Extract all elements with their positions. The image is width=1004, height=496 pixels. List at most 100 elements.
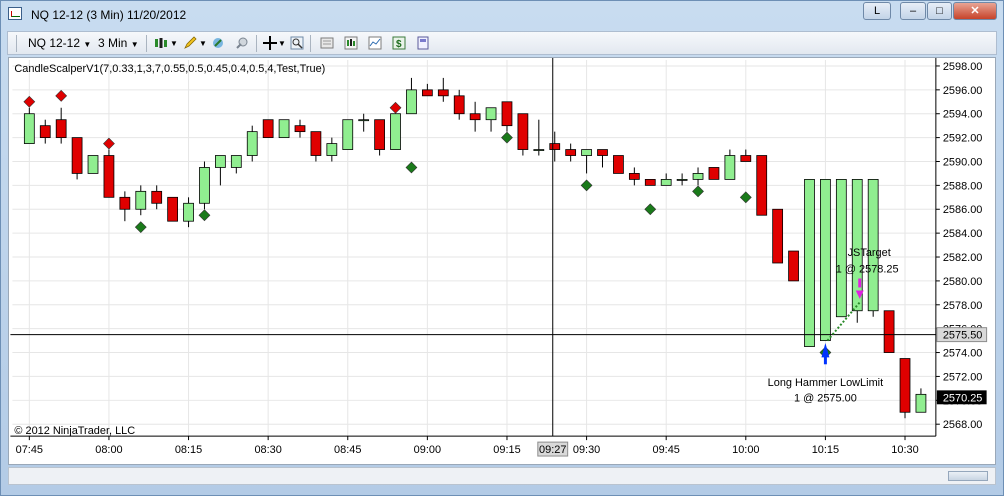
svg-text:$: $ [396, 39, 402, 50]
last-price-label: 2570.25 [943, 392, 983, 404]
sell-signal-marker [55, 89, 68, 102]
y-tick-label: 2572.00 [943, 371, 983, 383]
colors-icon[interactable] [416, 36, 430, 50]
title-bar[interactable]: NQ 12-12 (3 Min) 11/20/2012 L – □ ✕ [1, 1, 1003, 29]
chevron-down-icon[interactable]: ▼ [170, 39, 178, 48]
candle-body [899, 358, 911, 413]
target-fill-label: 1 @ 2578.25 [836, 264, 899, 276]
maximize-button[interactable]: □ [927, 2, 952, 20]
sell-signal-marker [23, 95, 36, 108]
y-tick-label: 2594.00 [943, 109, 983, 121]
window-title: NQ 12-12 (3 Min) 11/20/2012 [31, 8, 187, 22]
candle-body [199, 167, 210, 204]
candle-body [644, 179, 656, 186]
buy-signal-marker [644, 203, 657, 216]
candle-body [788, 250, 799, 282]
buy-signal-marker [739, 191, 752, 204]
target-order-label: JSTarget [848, 247, 891, 259]
candle-style-icon[interactable] [154, 36, 168, 50]
toolbar-separator [310, 35, 311, 52]
toolbar-separator [146, 35, 147, 52]
candle-body [151, 190, 163, 204]
candle-body [230, 155, 242, 168]
candle-body [390, 113, 401, 150]
strategies-icon[interactable]: $ [392, 36, 406, 50]
y-tick-label: 2580.00 [943, 276, 983, 288]
close-button[interactable]: ✕ [953, 2, 997, 20]
candle-body [23, 113, 35, 144]
entry-fill-label: 1 @ 2575.00 [794, 393, 857, 405]
candle-body [246, 131, 258, 156]
candle-body [55, 119, 67, 139]
y-tick-label: 2578.00 [943, 300, 983, 312]
link-button[interactable]: L [863, 2, 891, 20]
toolbar-separator [256, 35, 257, 52]
x-tick-label: 08:15 [175, 444, 202, 456]
candle-body [581, 149, 592, 156]
chart-toolbar: NQ 12-12 ▼ 3 Min ▼ ▼ ▼ ▼ $ [7, 31, 997, 55]
candle-body [310, 131, 322, 156]
buy-signal-marker [580, 179, 593, 192]
indicators-icon[interactable] [368, 36, 382, 50]
candle-body [835, 179, 847, 318]
candle-body [628, 173, 640, 180]
candle-body [676, 179, 688, 181]
x-tick-label: 09:30 [573, 444, 600, 456]
properties-icon[interactable] [235, 36, 249, 50]
horizontal-scrollbar[interactable] [8, 467, 996, 485]
indicator-label: CandleScalperV1(7,0.33,1,3,7,0.55,0.5,0.… [14, 63, 325, 75]
candle-body [501, 101, 513, 127]
candle-body [915, 393, 927, 413]
chevron-down-icon: ▼ [130, 40, 139, 49]
y-tick-label: 2592.00 [943, 133, 983, 145]
candle-body [724, 155, 736, 180]
exit-arrow-shaft [858, 278, 862, 288]
buy-signal-marker [198, 209, 211, 222]
price-chart[interactable]: 2598.00 2596.00 2594.00 2592.00 2590.00 2588.… [8, 57, 996, 465]
instrument-selector[interactable]: NQ 12-12 ▼ [28, 36, 91, 50]
candle-body [692, 173, 704, 180]
chevron-down-icon[interactable]: ▼ [278, 39, 286, 48]
candle-body [87, 155, 99, 174]
crosshair-icon[interactable] [263, 36, 277, 50]
candle-body [565, 149, 577, 156]
toolbar-grip [16, 35, 17, 52]
candle-body [772, 208, 784, 264]
scrollbar-thumb[interactable] [948, 471, 988, 481]
candle-body [103, 155, 115, 198]
y-tick-label: 2596.00 [943, 85, 983, 97]
chevron-down-icon[interactable]: ▼ [199, 39, 207, 48]
y-tick-label: 2568.00 [943, 419, 983, 431]
y-tick-label: 2574.00 [943, 348, 983, 360]
candle-body [660, 179, 672, 186]
y-tick-label: 2598.00 [943, 61, 983, 73]
candle-body [374, 119, 385, 150]
interval-label: 3 Min [98, 36, 128, 50]
minimize-button[interactable]: – [900, 2, 926, 20]
candle-body [804, 179, 815, 347]
strategy-icon[interactable] [211, 36, 225, 50]
y-tick-label: 2584.00 [943, 228, 983, 240]
candle-body [358, 119, 370, 122]
data-box-icon[interactable] [320, 36, 334, 50]
candle-body [469, 113, 481, 121]
candle-body [613, 155, 624, 174]
candle-body [135, 190, 147, 210]
chart-trader-icon[interactable] [344, 36, 358, 50]
interval-selector[interactable]: 3 Min ▼ [98, 36, 139, 50]
zoom-icon[interactable] [290, 36, 304, 50]
crosshair-price-label: 2575.50 [943, 330, 983, 342]
candle-body [278, 119, 290, 139]
candle-body [883, 310, 895, 353]
candle-body [262, 119, 274, 139]
pencil-draw-icon[interactable] [183, 36, 197, 50]
sell-signal-marker [103, 137, 115, 150]
x-tick-label: 08:00 [95, 444, 122, 456]
candle-body [517, 113, 529, 150]
chart-app-icon [8, 7, 22, 20]
candle-body [708, 167, 720, 180]
candle-body [867, 179, 879, 312]
candle-body [119, 196, 131, 210]
buy-signal-marker [692, 185, 704, 198]
x-tick-label: 08:45 [334, 444, 361, 456]
